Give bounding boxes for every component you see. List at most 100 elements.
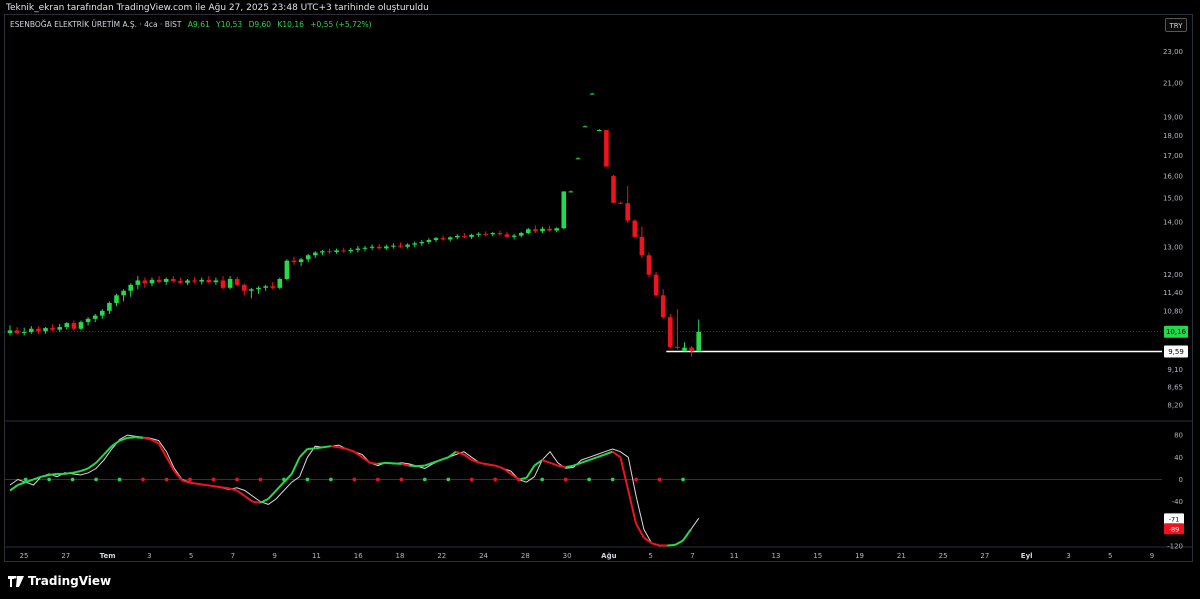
candle-body — [7, 330, 13, 334]
candle-body — [270, 286, 275, 288]
oscillator-signal-dot — [376, 477, 380, 482]
oscillator-signal-segment — [487, 463, 496, 467]
oscillator-signal-segment — [393, 462, 402, 465]
candle-body — [85, 318, 91, 323]
candle-body — [14, 330, 20, 334]
oscillator-signal-segment — [580, 459, 590, 464]
candle-body — [256, 287, 261, 290]
oscillator-signal-segment — [440, 456, 449, 461]
oscillator-signal-segment — [424, 461, 433, 467]
oscillator-signal-segment — [471, 459, 480, 464]
candle-body — [483, 233, 488, 235]
candle-body — [57, 327, 62, 330]
oscillator-signal-segment — [72, 470, 81, 474]
candle-body — [142, 280, 148, 284]
oscillator-signal-segment — [298, 448, 309, 458]
time-tick-label: 24 — [479, 552, 488, 560]
candle-body — [355, 248, 361, 250]
candle-body — [298, 259, 304, 263]
candle-body — [341, 250, 346, 252]
time-tick-label: 16 — [354, 552, 363, 560]
oscillator-signal-segment — [244, 495, 254, 503]
oscillator-signal-dot — [422, 477, 427, 482]
candle-body — [227, 279, 233, 288]
oscillator-signal-dot — [23, 477, 28, 482]
candle-body — [660, 295, 666, 318]
candle-body — [263, 286, 268, 288]
oscillator-signal-segment — [651, 542, 660, 547]
time-tick-label: Ağu — [601, 552, 616, 560]
oscillator-signal-segment — [283, 473, 293, 483]
oscillator-signal-dot — [352, 477, 357, 482]
candle-body — [384, 246, 389, 249]
oscillator-signal-segment — [221, 486, 230, 490]
time-tick-label: 21 — [897, 552, 906, 560]
candle-body — [71, 323, 77, 329]
oscillator-signal-segment — [667, 543, 676, 547]
price-tick-label: 8,20 — [1167, 402, 1183, 410]
price-tick-label: 11,40 — [1163, 289, 1183, 297]
oscillator-signal-dot — [587, 477, 591, 482]
oscillator-tick-label: 40 — [1174, 454, 1183, 462]
oscillator-signal-segment — [549, 461, 559, 467]
candle-body — [107, 302, 112, 311]
oscillator-signal-dot — [211, 477, 216, 482]
last-price-label: 10,16 — [1166, 328, 1187, 336]
candle-body — [376, 246, 382, 249]
candle-body — [646, 255, 652, 275]
oscillator-value-label: -89 — [1169, 525, 1180, 533]
candle-body — [192, 280, 197, 282]
oscillator-signal-segment — [338, 446, 347, 450]
candle-body — [497, 233, 503, 235]
oscillator-signal-segment — [17, 481, 26, 486]
time-tick-label: 27 — [61, 552, 70, 560]
candle-body — [433, 238, 439, 240]
oscillator-signal-dot — [258, 477, 263, 482]
candle-body — [597, 130, 602, 132]
price-tick-label: 10,80 — [1163, 307, 1183, 315]
horizontal-line-label: 9,59 — [1168, 348, 1184, 356]
candle-body — [178, 281, 183, 283]
price-chart[interactable]: 23,00 21,00 19,00 18,00 17,00 16,00 15,00 14,00… — [0, 0, 1200, 599]
candle-body — [568, 191, 574, 193]
time-tick-label: 28 — [521, 552, 530, 560]
candle-body — [185, 280, 190, 283]
candle-body — [540, 228, 545, 232]
candle-body — [554, 228, 559, 231]
candle-body — [362, 247, 368, 249]
time-tick-label: 7 — [690, 552, 694, 560]
oscillator-signal-segment — [64, 471, 73, 475]
oscillator-signal-segment — [463, 453, 473, 461]
tradingview-logo-icon — [8, 575, 24, 587]
candle-body — [682, 347, 687, 351]
time-tick-label: 11 — [312, 552, 321, 560]
candle-body — [440, 238, 446, 240]
candle-body — [689, 347, 694, 352]
candle-body — [398, 245, 403, 247]
price-tick-label: 8,65 — [1167, 383, 1183, 391]
time-tick-label: 15 — [813, 552, 822, 560]
oscillator-signal-segment — [197, 482, 206, 486]
oscillator-signal-segment — [307, 447, 316, 450]
oscillator-signal-dot — [657, 477, 662, 482]
candle-body — [611, 176, 616, 203]
time-tick-label: 9 — [272, 552, 276, 560]
oscillator-signal-dot — [94, 477, 98, 482]
time-tick-label: 30 — [563, 552, 572, 560]
time-tick-label: 9 — [1150, 552, 1154, 560]
candle-body — [419, 242, 425, 244]
candle-body — [412, 243, 417, 245]
footer — [0, 563, 1200, 599]
candle-body — [447, 237, 453, 240]
candle-body — [284, 260, 290, 280]
tradingview-brand[interactable]: TradingView — [8, 574, 111, 588]
candle-body — [220, 280, 226, 288]
oscillator-signal-segment — [682, 528, 692, 542]
time-tick-label: Eyl — [1021, 552, 1033, 560]
candle-body — [149, 279, 155, 284]
oscillator-signal-segment — [588, 456, 598, 461]
candle-body — [334, 250, 339, 253]
time-tick-label: 5 — [648, 552, 652, 560]
oscillator-signal-dot — [70, 477, 75, 482]
oscillator-tick-label: -40 — [1172, 498, 1183, 506]
